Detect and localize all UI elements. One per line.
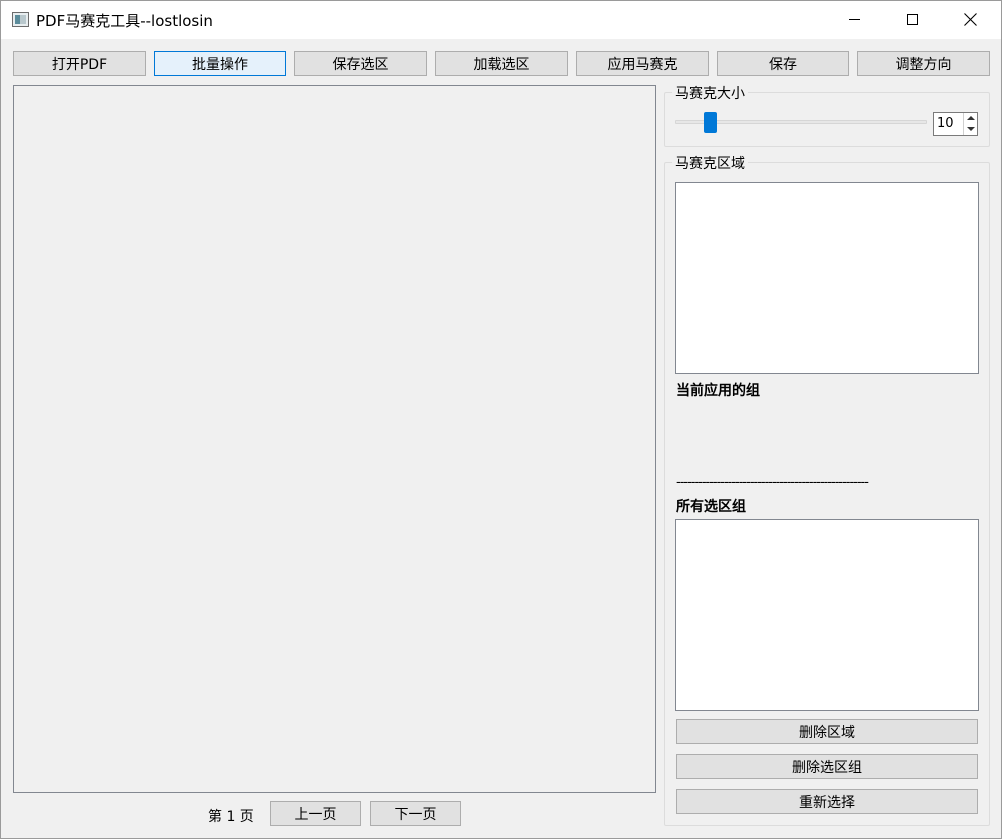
open-pdf-button[interactable]: 打开PDF <box>13 51 146 76</box>
mosaic-size-value[interactable]: 10 <box>937 116 954 131</box>
pdf-preview-canvas[interactable] <box>13 85 656 793</box>
current-group-label: 当前应用的组 <box>676 383 760 399</box>
spin-down-icon[interactable] <box>964 124 977 135</box>
app-window: PDF马赛克工具--lostlosin 打开PDF 批量操作 保存选区 加载选区… <box>0 0 1002 839</box>
page-indicator: 第 1 页 <box>208 809 254 825</box>
separator-line: ----------------------------------------… <box>676 475 869 490</box>
adjust-orientation-button[interactable]: 调整方向 <box>857 51 990 76</box>
title-bar: PDF马赛克工具--lostlosin <box>1 1 1001 39</box>
mosaic-size-slider-handle[interactable] <box>704 112 717 133</box>
all-groups-label: 所有选区组 <box>676 499 746 515</box>
batch-operation-button[interactable]: 批量操作 <box>154 51 286 76</box>
minimize-icon[interactable] <box>831 1 877 39</box>
save-selection-button[interactable]: 保存选区 <box>294 51 427 76</box>
apply-mosaic-button[interactable]: 应用马赛克 <box>576 51 709 76</box>
reselect-button[interactable]: 重新选择 <box>676 789 978 814</box>
save-button[interactable]: 保存 <box>717 51 849 76</box>
mosaic-size-spinbox[interactable]: 10 <box>933 112 978 136</box>
app-icon <box>12 12 29 27</box>
mosaic-size-title: 马赛克大小 <box>672 83 748 103</box>
delete-group-button[interactable]: 删除选区组 <box>676 754 978 779</box>
window-title: PDF马赛克工具--lostlosin <box>36 12 213 30</box>
maximize-icon[interactable] <box>889 1 935 39</box>
mosaic-region-title: 马赛克区域 <box>672 153 748 173</box>
selection-group-list[interactable] <box>675 519 979 711</box>
prev-page-button[interactable]: 上一页 <box>270 801 361 826</box>
close-icon[interactable] <box>947 1 993 39</box>
delete-region-button[interactable]: 删除区域 <box>676 719 978 744</box>
region-list[interactable] <box>675 182 979 374</box>
load-selection-button[interactable]: 加载选区 <box>435 51 568 76</box>
spin-up-icon[interactable] <box>964 113 977 124</box>
spin-arrows <box>963 113 977 135</box>
next-page-button[interactable]: 下一页 <box>370 801 461 826</box>
